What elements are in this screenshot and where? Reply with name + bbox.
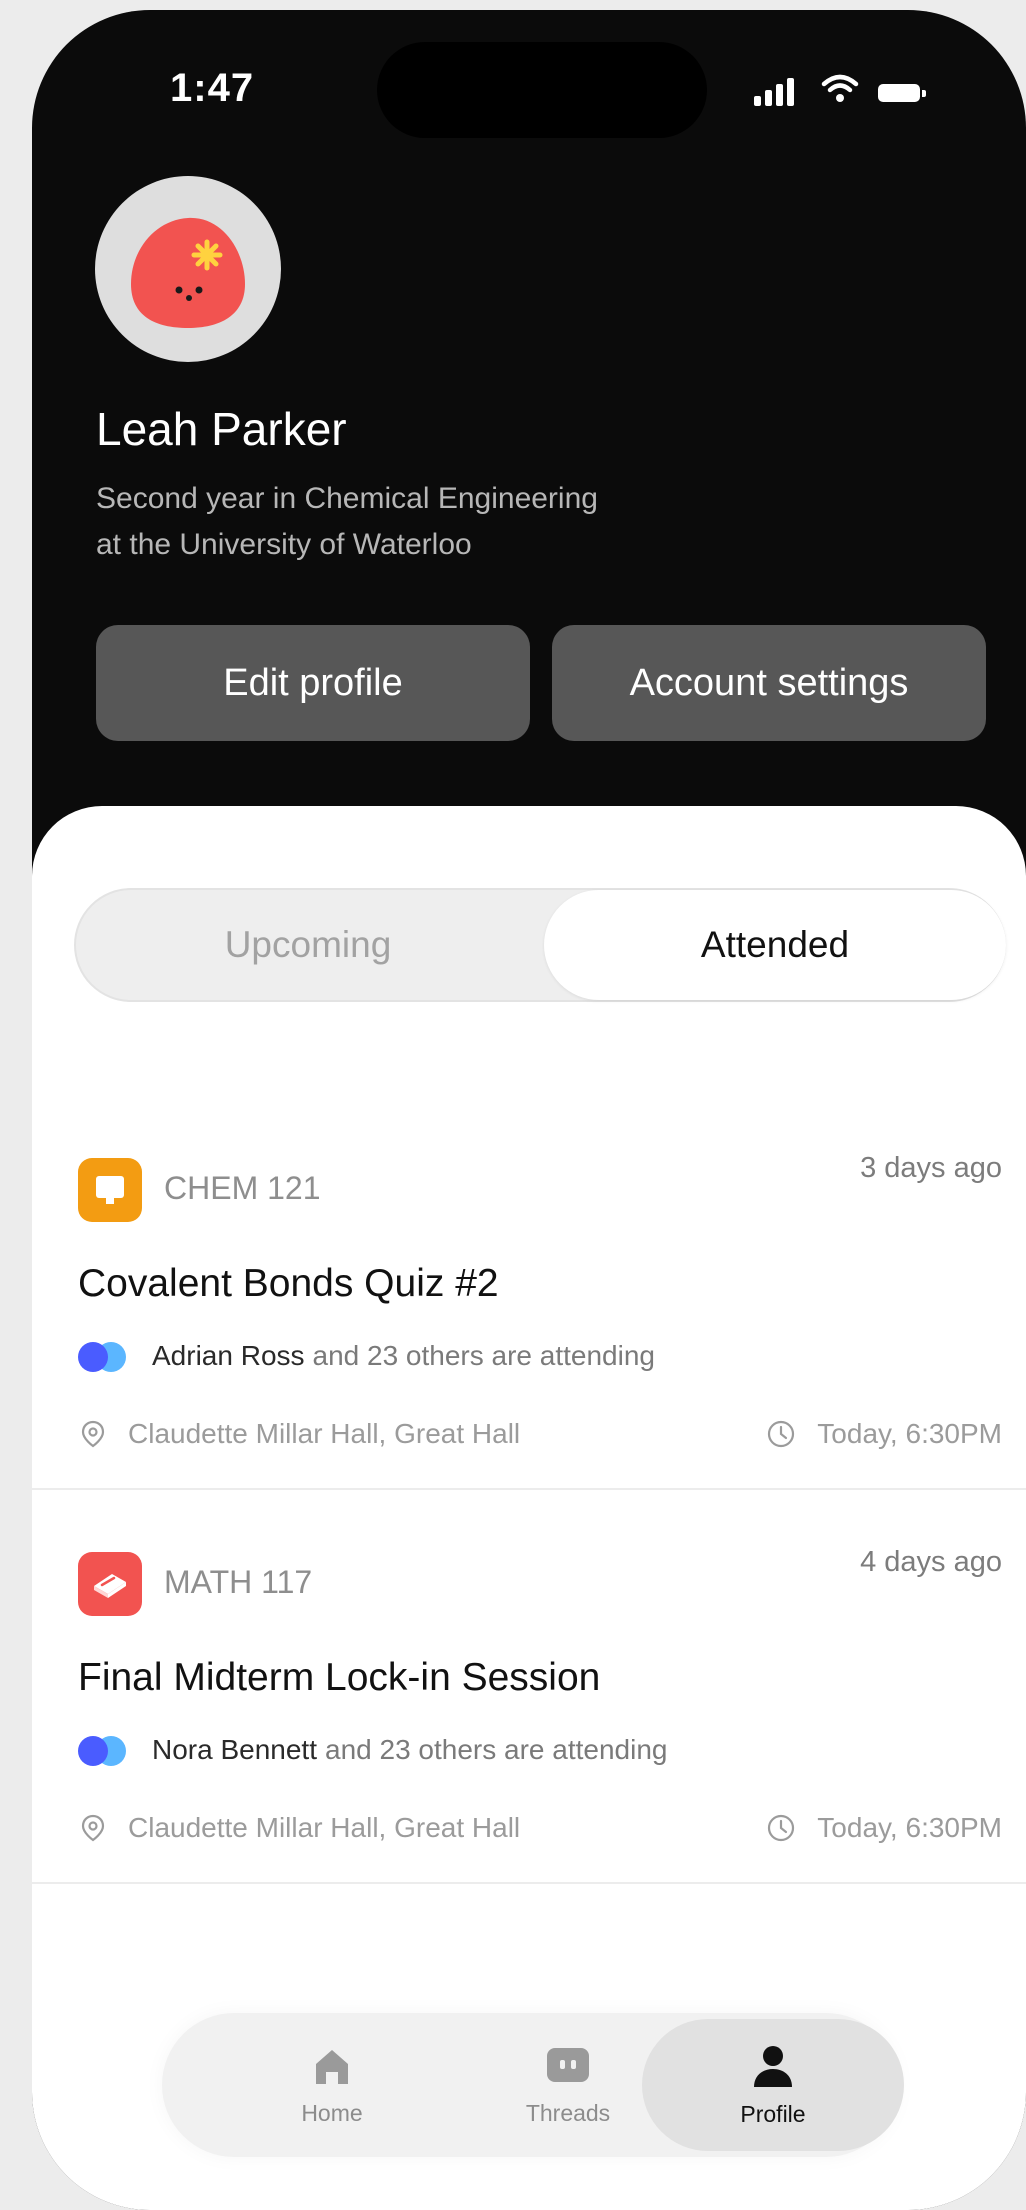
event-location: Claudette Millar Hall, Great Hall xyxy=(78,1418,520,1450)
course-code: MATH 117 xyxy=(164,1564,313,1600)
bio-line-1: Second year in Chemical Engineering xyxy=(96,482,598,515)
attending-count: and 23 others are attending xyxy=(312,1340,655,1371)
battery-icon xyxy=(878,84,920,102)
status-time: 1:47 xyxy=(170,66,255,110)
avatar-blob-icon xyxy=(131,217,245,328)
phone-screen: 1:47 Leah Parker Second year in Chemical… xyxy=(32,10,1026,2210)
time-text: Today, 6:30PM xyxy=(817,1812,1002,1843)
monitor-icon xyxy=(78,1158,142,1222)
book-icon xyxy=(78,1552,142,1616)
nav-threads-label: Threads xyxy=(525,2099,611,2126)
event-time: Today, 6:30PM xyxy=(765,1418,1002,1450)
events-sheet: Upcoming Attended CHEM 121 3 days ago Co… xyxy=(32,806,1026,2210)
event-age: 3 days ago xyxy=(860,1152,1002,1184)
location-text: Claudette Millar Hall, Great Hall xyxy=(128,1418,521,1449)
battery-tip xyxy=(922,90,926,97)
attendee-avatars xyxy=(78,1734,134,1766)
attendee-name: Adrian Ross xyxy=(152,1340,305,1371)
attendee-avatars xyxy=(78,1340,134,1372)
avatar[interactable] xyxy=(95,176,281,362)
nav-profile[interactable]: Profile xyxy=(642,2019,904,2151)
user-icon xyxy=(754,2045,792,2087)
wifi-icon xyxy=(821,74,859,102)
events-tab-switcher: Upcoming Attended xyxy=(74,888,1006,1002)
account-settings-button[interactable]: Account settings xyxy=(552,625,986,741)
event-card[interactable]: MATH 117 4 days ago Final Midterm Lock-i… xyxy=(32,1492,1026,1884)
profile-name: Leah Parker xyxy=(96,403,347,455)
time-text: Today, 6:30PM xyxy=(817,1418,1002,1449)
clock-icon xyxy=(768,1420,795,1448)
attending-count: and 23 others are attending xyxy=(325,1734,668,1765)
event-location: Claudette Millar Hall, Great Hall xyxy=(78,1812,520,1844)
chat-bubble-icon xyxy=(547,2047,589,2082)
event-time: Today, 6:30PM xyxy=(765,1812,1002,1844)
bio-line-2: at the University of Waterloo xyxy=(96,528,472,561)
profile-bio: Second year in Chemical Engineering at t… xyxy=(96,476,796,568)
edit-profile-button[interactable]: Edit profile xyxy=(96,625,530,741)
location-pin-icon xyxy=(81,1420,105,1448)
tab-attended[interactable]: Attended xyxy=(544,890,1006,1000)
nav-home[interactable]: Home xyxy=(232,2013,432,2157)
event-age: 4 days ago xyxy=(860,1546,1002,1578)
event-title: Covalent Bonds Quiz #2 xyxy=(78,1262,499,1305)
attendance-row: Nora Bennett and 23 others are attending xyxy=(78,1730,667,1770)
clock-icon xyxy=(768,1814,795,1842)
nav-home-label: Home xyxy=(301,2099,363,2126)
location-pin-icon xyxy=(81,1814,105,1842)
course-code: CHEM 121 xyxy=(164,1170,321,1206)
event-card[interactable]: CHEM 121 3 days ago Covalent Bonds Quiz … xyxy=(32,1098,1026,1490)
home-icon xyxy=(316,2049,348,2084)
attendee-name: Nora Bennett xyxy=(152,1734,317,1765)
dynamic-island xyxy=(377,42,707,138)
bottom-tab-bar: Home Threads Profile xyxy=(162,2013,904,2157)
status-icons xyxy=(754,72,954,112)
attendance-row: Adrian Ross and 23 others are attending xyxy=(78,1336,655,1376)
event-title: Final Midterm Lock-in Session xyxy=(78,1656,601,1699)
nav-profile-label: Profile xyxy=(740,2100,806,2127)
tab-upcoming[interactable]: Upcoming xyxy=(76,890,540,1000)
nav-threads[interactable]: Threads xyxy=(468,2013,668,2157)
location-text: Claudette Millar Hall, Great Hall xyxy=(128,1812,521,1843)
status-bar: 1:47 xyxy=(32,10,1026,138)
